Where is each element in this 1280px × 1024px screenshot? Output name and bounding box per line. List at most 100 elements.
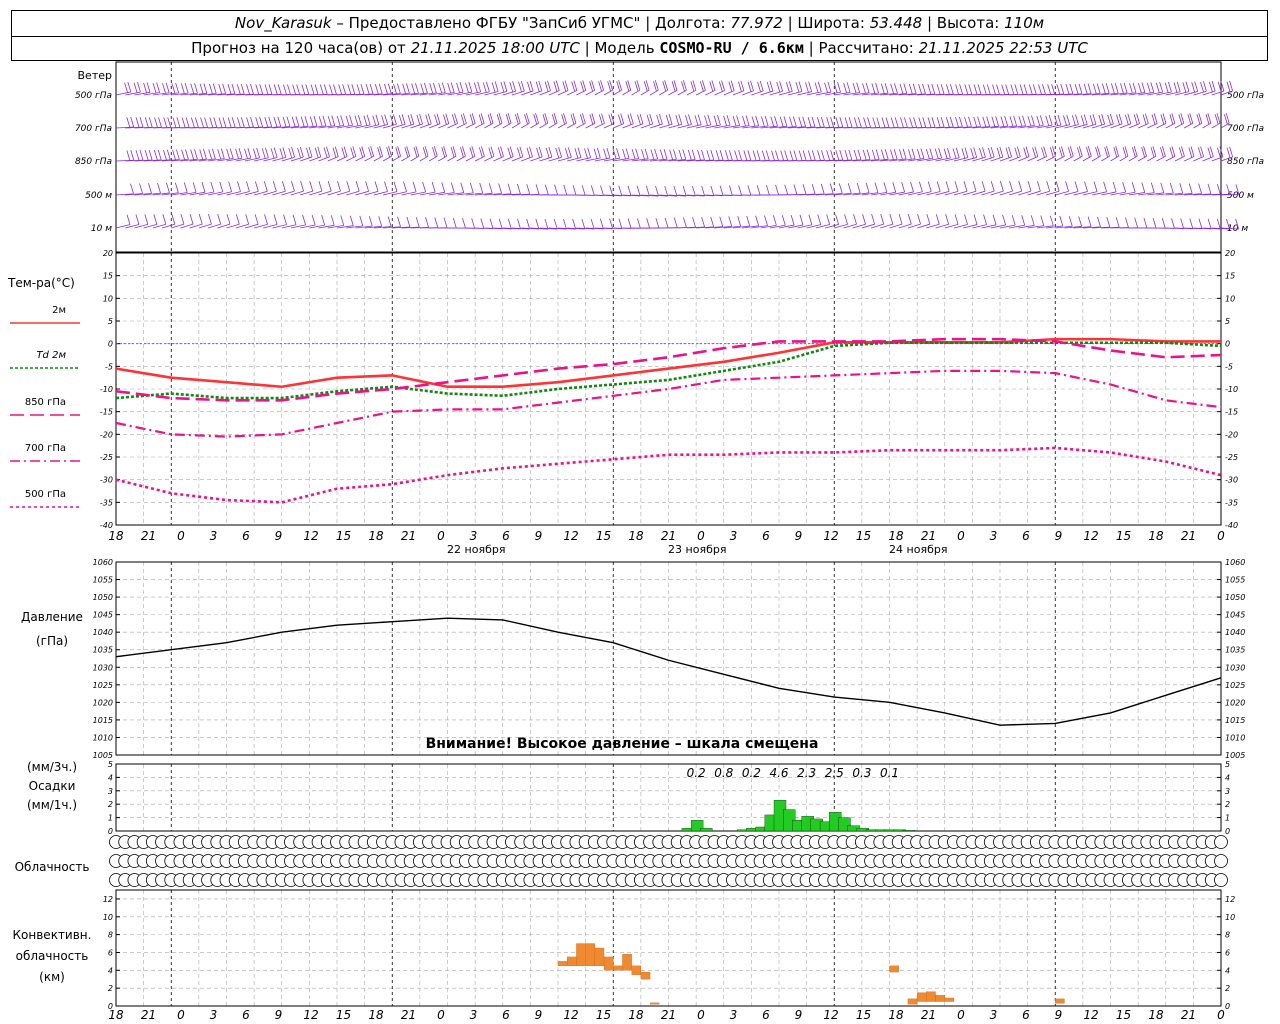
wind-barb-feather [291, 147, 295, 158]
wind-barb-shaft [603, 89, 613, 96]
conv-bar [631, 965, 642, 975]
wind-barb-feather [947, 147, 951, 159]
wind-barb-feather [1010, 84, 1015, 95]
wind-barb-feather [697, 149, 701, 161]
wind-barb-feather [447, 82, 452, 94]
temp-ytick-right: -15 [1225, 408, 1238, 417]
wind-barb-feather [240, 83, 245, 95]
wind-barb-shaft [465, 123, 476, 129]
wind-barb-feather [747, 185, 752, 196]
wind-barb-feather [139, 117, 144, 128]
conv-time-label: 3 [730, 1008, 738, 1022]
wind-barb-shaft [723, 90, 735, 96]
wind-barb-feather [318, 116, 323, 127]
wind-barb-feather [627, 114, 632, 125]
wind-barb-shaft [474, 122, 485, 129]
wind-barb-feather [857, 117, 862, 128]
wind-barb-feather [1023, 84, 1028, 95]
time-hour-label: 6 [762, 529, 770, 543]
time-day-label: 22 ноября [447, 543, 505, 556]
wind-barb-shaft [1183, 122, 1193, 129]
wind-barb-feather [158, 117, 162, 128]
wind-barb-feather [973, 84, 978, 95]
conv-ytick-left: 10 [103, 913, 113, 922]
wind-barb-feather [979, 147, 983, 159]
wind-barb-feather [584, 148, 588, 159]
wind-barb-feather [482, 82, 487, 93]
wind-barb-feather [378, 216, 383, 227]
wind-barb-shaft [640, 89, 650, 96]
wind-barb-feather [411, 83, 416, 94]
wind-barb-feather [1198, 218, 1203, 229]
wind-barb-feather [468, 81, 473, 93]
wind-barb-feather [639, 113, 644, 124]
wind-barb-feather [292, 84, 297, 95]
wind-barb-feather [255, 84, 260, 95]
wind-barb-shaft [327, 156, 339, 162]
wind-barb-feather [973, 214, 978, 225]
wind-barb-feather [986, 84, 991, 95]
wind-barb-feather [1025, 146, 1030, 157]
wind-barb-shaft [502, 122, 512, 129]
wind-barb-feather [952, 148, 957, 159]
wind-barb-feather [194, 149, 198, 160]
wind-barb-feather [707, 114, 712, 125]
wind-barb-feather [764, 115, 769, 127]
wind-barb-shaft [576, 122, 586, 129]
pressure-ytick-left: 1060 [93, 558, 113, 567]
conv-time-label: 12 [1083, 1008, 1098, 1022]
conv-time-label: 6 [502, 1008, 510, 1022]
wind-barb-shaft [548, 122, 558, 129]
wind-barb-feather [622, 148, 626, 160]
wind-barb-feather [1179, 183, 1184, 194]
wind-barb-feather [1075, 114, 1079, 125]
wind-barb-feather [692, 185, 696, 197]
wind-barb-feather [369, 83, 374, 95]
wind-barb-feather [323, 84, 328, 95]
wind-barb-feather [655, 217, 660, 229]
wind-barb-feather [964, 214, 968, 225]
wind-barb-feather [126, 150, 131, 161]
wind-barb-feather [148, 117, 153, 128]
wind-barb-feather [393, 181, 398, 192]
wind-barb-feather [329, 84, 333, 95]
wind-barb-feather [844, 117, 849, 128]
wind-barb-feather [872, 117, 877, 128]
wind-barb-feather [333, 84, 337, 95]
wind-barb-feather [1101, 83, 1106, 94]
wind-barb-feather [254, 181, 259, 192]
conv-time-label: 18 [888, 1008, 904, 1022]
wind-barb-feather [746, 215, 751, 227]
wind-barb-feather [231, 83, 236, 95]
wind-barb-feather [1150, 182, 1155, 193]
wind-barb-feather [507, 218, 512, 229]
wind-barb-feather [1216, 218, 1221, 230]
wind-barb-feather [157, 183, 161, 194]
time-hour-label: 6 [242, 529, 250, 543]
conv-time-label: 3 [470, 1008, 478, 1022]
wind-barb-feather [627, 218, 632, 229]
wind-barb-feather [1016, 146, 1021, 157]
wind-barb-shaft [1193, 156, 1204, 162]
wind-barb-feather [907, 214, 912, 225]
wind-barb-feather [410, 113, 415, 125]
wind-barb-feather [889, 214, 894, 225]
wind-barb-feather [135, 117, 140, 128]
wind-barb-feather [415, 83, 419, 94]
wind-barb-feather [338, 84, 343, 95]
wind-barb-shaft [484, 122, 494, 129]
wind-barb-shaft [474, 156, 485, 162]
wind-barb-feather [1046, 181, 1051, 192]
wind-barb-shaft [1128, 123, 1140, 129]
wind-barb-feather [441, 182, 446, 193]
wind-barb-feather [126, 117, 131, 128]
wind-barb-feather [1087, 216, 1092, 227]
wind-barb-feather [330, 215, 335, 226]
wind-barb-shaft [622, 89, 631, 96]
wind-barb-feather [1116, 114, 1120, 125]
wind-barb-feather [668, 114, 673, 125]
wind-barb-feather [194, 83, 198, 94]
wind-barb-feather [372, 115, 377, 126]
wind-barb-feather [135, 150, 140, 161]
wind-barb-feather [264, 117, 269, 128]
